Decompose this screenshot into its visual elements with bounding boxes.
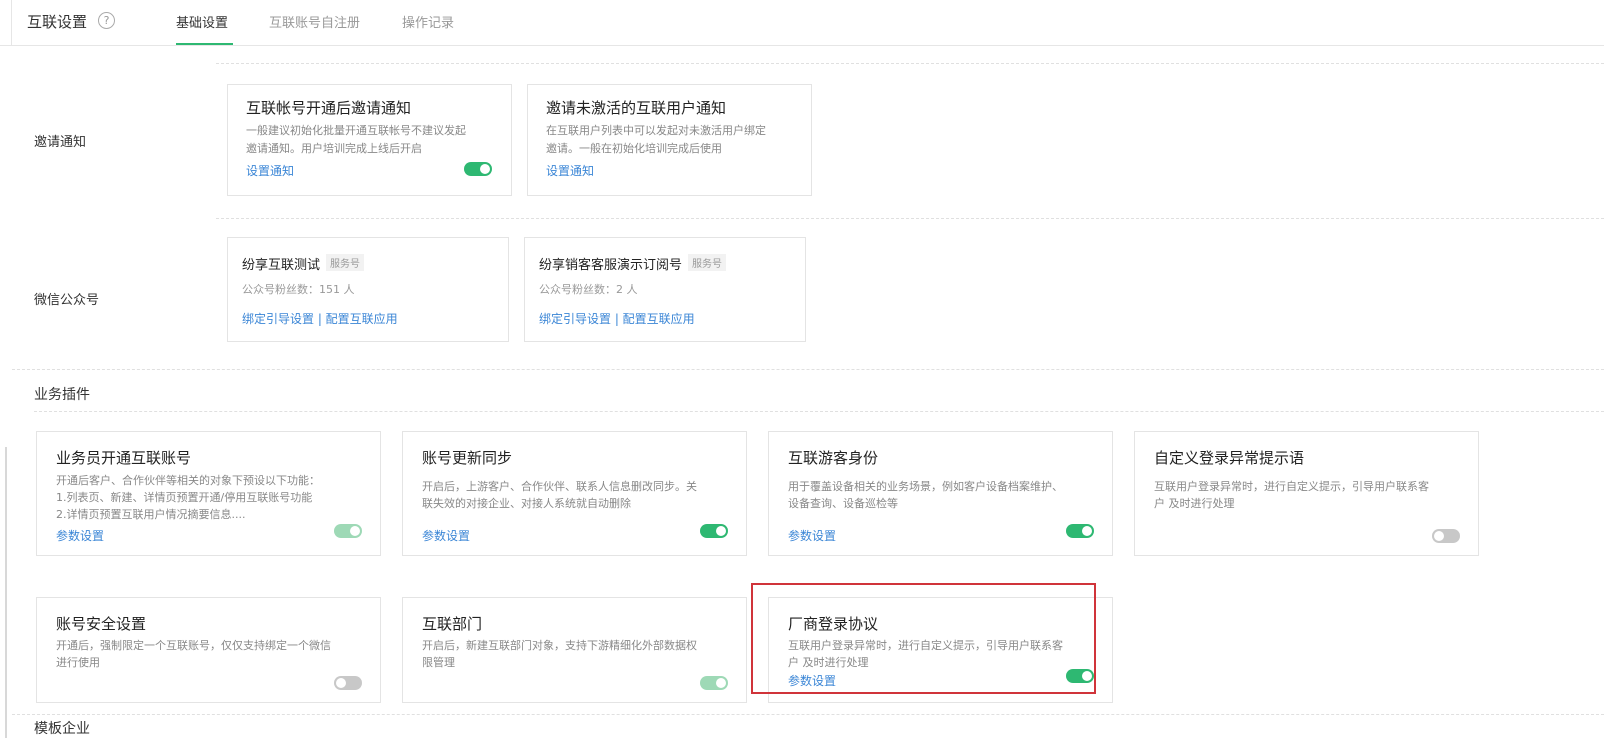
card-title: 互联部门	[422, 615, 483, 633]
toggle-knob	[1434, 531, 1444, 541]
plugin-toggle[interactable]	[700, 676, 728, 690]
plugin-toggle[interactable]	[1432, 529, 1460, 543]
card-description: 互联用户登录异常时，进行自定义提示，引导用户联系客	[1154, 480, 1429, 493]
wechat-account-card: 纷享销客客服演示订阅号 服务号 公众号粉丝数：2 人 绑定引导设置 | 配置互联应…	[524, 237, 806, 342]
page-title: 互联设置	[27, 13, 88, 31]
highlight-annotation-box	[751, 583, 1096, 694]
top-navigation-bar: 互联设置 ? 基础设置 互联账号自注册 操作记录	[0, 0, 1604, 46]
plugin-card-guest-identity: 互联游客身份 用于覆盖设备相关的业务场景，例如客户设备档案维护、 设备查询、设备…	[768, 431, 1113, 556]
wechat-links[interactable]: 绑定引导设置 | 配置互联应用	[242, 310, 398, 327]
plugin-toggle[interactable]	[1066, 524, 1094, 538]
fans-count: 公众号粉丝数：151 人	[242, 283, 355, 296]
wechat-account-card: 纷享互联测试 服务号 公众号粉丝数：151 人 绑定引导设置 | 配置互联应用	[227, 237, 509, 342]
card-description: 邀请。一般在初始化培训完成后使用	[546, 142, 722, 155]
plugin-card-account-sync: 账号更新同步 开启后，上游客户、合作伙伴、联系人信息删改同步。关 联失效的对接企…	[402, 431, 747, 556]
card-description: 1.列表页、新建、详情页预置开通/停用互联账号功能	[56, 491, 313, 504]
param-settings-link[interactable]: 参数设置	[422, 527, 470, 544]
set-notification-link[interactable]: 设置通知	[246, 162, 294, 179]
service-badge: 服务号	[326, 254, 365, 271]
template-enterprise-title: 模板企业	[34, 721, 90, 737]
param-settings-link[interactable]: 参数设置	[788, 527, 836, 544]
invite-after-open-card: 互联帐号开通后邀请通知 一般建议初始化批量开通互联帐号不建议发起 邀请通知。用户…	[227, 84, 512, 196]
wechat-official-account-label: 微信公众号	[34, 293, 100, 308]
plugin-toggle[interactable]	[700, 524, 728, 538]
service-badge: 服务号	[688, 254, 727, 271]
divider	[216, 218, 1604, 219]
tab-self-registration[interactable]: 互联账号自注册	[269, 12, 360, 31]
card-description: 限管理	[422, 656, 455, 669]
toggle-knob	[716, 678, 726, 688]
card-description: 设备查询、设备巡检等	[788, 497, 898, 510]
divider	[12, 714, 1604, 715]
card-description: 开通后客户、合作伙伴等相关的对象下预设以下功能：	[56, 474, 320, 487]
card-description: 一般建议初始化批量开通互联帐号不建议发起	[246, 124, 466, 137]
toggle-knob	[350, 526, 360, 536]
fans-count: 公众号粉丝数：2 人	[539, 283, 638, 296]
plugin-card-interconnect-department: 互联部门 开启后，新建互联部门对象，支持下游精细化外部数据权 限管理	[402, 597, 747, 703]
card-description: 进行使用	[56, 656, 100, 669]
toggle-knob	[480, 164, 490, 174]
param-settings-link[interactable]: 参数设置	[56, 527, 104, 544]
card-description: 开通后，强制限定一个互联账号，仅仅支持绑定一个微信	[56, 639, 331, 652]
card-description: 开启后，上游客户、合作伙伴、联系人信息删改同步。关	[422, 480, 697, 493]
tab-operation-log[interactable]: 操作记录	[402, 12, 454, 31]
tab-basic-settings[interactable]: 基础设置	[176, 12, 228, 31]
divider	[34, 411, 1604, 412]
invite-toggle[interactable]	[464, 162, 492, 176]
card-title: 互联游客身份	[788, 449, 879, 467]
plugin-card-salesman-account: 业务员开通互联账号 开通后客户、合作伙伴等相关的对象下预设以下功能： 1.列表页…	[36, 431, 381, 556]
card-description: 在互联用户列表中可以发起对未激活用户绑定	[546, 124, 766, 137]
set-notification-link[interactable]: 设置通知	[546, 162, 594, 179]
card-title: 账号安全设置	[56, 615, 147, 633]
plugin-toggle[interactable]	[334, 524, 362, 538]
plugin-card-custom-login-message: 自定义登录异常提示语 互联用户登录异常时，进行自定义提示，引导用户联系客 户 及…	[1134, 431, 1479, 556]
left-divider	[11, 0, 12, 46]
card-title: 邀请未激活的互联用户通知	[546, 99, 727, 117]
divider	[12, 369, 1604, 370]
divider	[216, 63, 1604, 64]
card-description: 开启后，新建互联部门对象，支持下游精细化外部数据权	[422, 639, 697, 652]
plugin-card-account-security: 账号安全设置 开通后，强制限定一个互联账号，仅仅支持绑定一个微信 进行使用	[36, 597, 381, 703]
card-title: 自定义登录异常提示语	[1154, 449, 1305, 467]
account-name: 纷享互联测试 服务号	[242, 254, 365, 273]
card-description: 邀请通知。用户培训完成上线后开启	[246, 142, 422, 155]
toggle-knob	[1082, 526, 1092, 536]
card-description: 户 及时进行处理	[1154, 497, 1235, 510]
card-description: 联失效的对接企业、对接人系统就自动删除	[422, 497, 631, 510]
active-tab-indicator	[176, 43, 233, 45]
business-plugins-title: 业务插件	[34, 387, 90, 403]
invite-notification-label: 邀请通知	[34, 135, 87, 150]
card-title: 业务员开通互联账号	[56, 449, 192, 467]
help-icon[interactable]: ?	[98, 12, 115, 29]
card-description: 用于覆盖设备相关的业务场景，例如客户设备档案维护、	[788, 480, 1063, 493]
account-name: 纷享销客客服演示订阅号 服务号	[539, 254, 727, 273]
wechat-links[interactable]: 绑定引导设置 | 配置互联应用	[539, 310, 695, 327]
toggle-knob	[336, 678, 346, 688]
card-description: 2.详情页预置互联用户情况摘要信息....	[56, 508, 246, 521]
card-title: 互联帐号开通后邀请通知	[246, 99, 412, 117]
toggle-knob	[716, 526, 726, 536]
plugin-toggle[interactable]	[334, 676, 362, 690]
scrollbar[interactable]	[5, 447, 7, 738]
card-title: 账号更新同步	[422, 449, 513, 467]
invite-inactive-card: 邀请未激活的互联用户通知 在互联用户列表中可以发起对未激活用户绑定 邀请。一般在…	[527, 84, 812, 196]
